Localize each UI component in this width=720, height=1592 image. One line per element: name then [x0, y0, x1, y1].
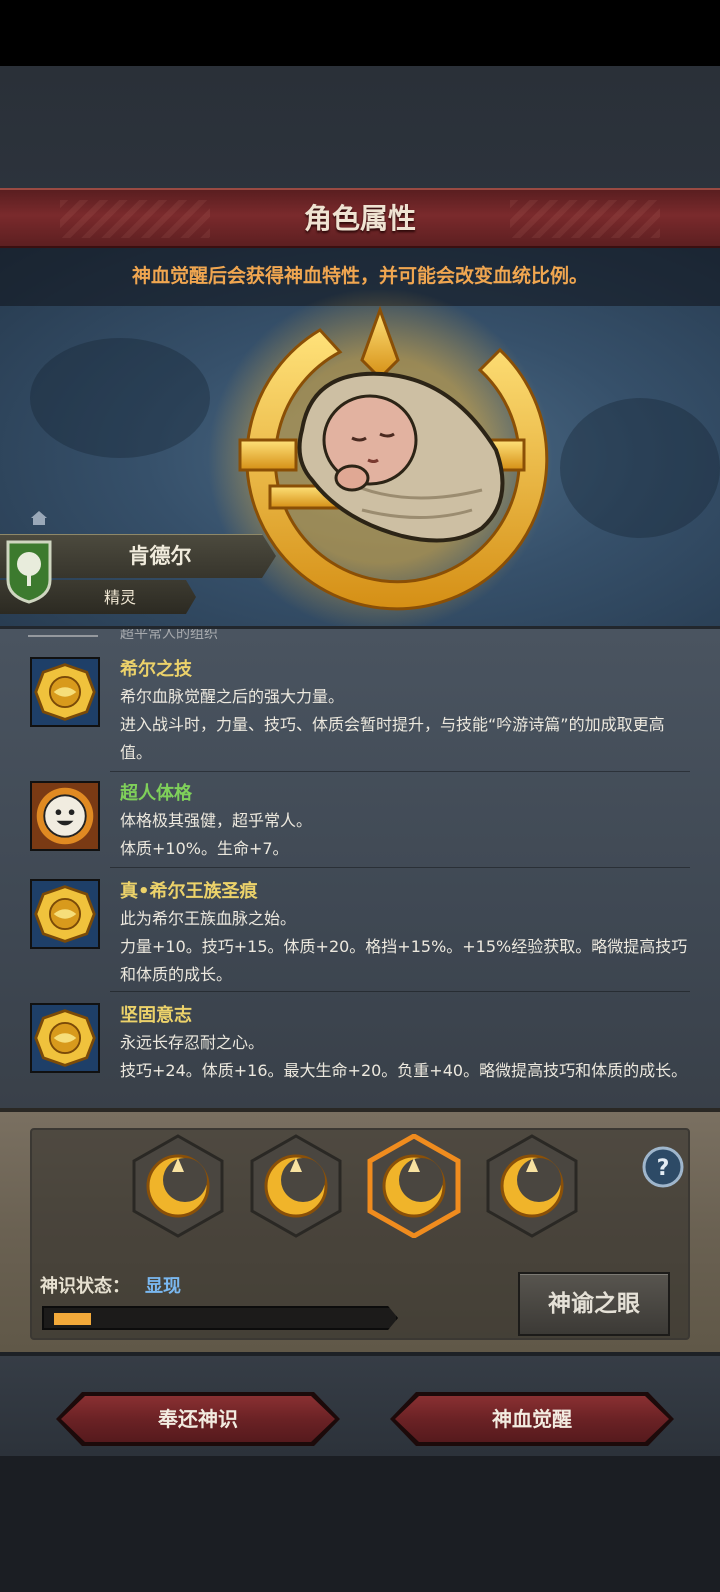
blood-awaken-button[interactable]: 神血觉醒 [390, 1392, 674, 1446]
golden-seal-icon [30, 879, 100, 949]
background [0, 66, 720, 190]
trait-name: 坚固意志 [120, 1005, 192, 1026]
divine-slot-4[interactable] [484, 1134, 580, 1238]
tree-crest-icon [6, 540, 52, 604]
oracle-eye-button[interactable]: 神谕之眼 [518, 1272, 670, 1336]
trait-name: 超人体格 [120, 783, 192, 804]
help-icon[interactable]: ? [642, 1146, 684, 1188]
divider [110, 771, 690, 772]
header-banner: 角色属性 [0, 188, 720, 248]
bg-stain [30, 338, 210, 458]
trait-name: 希尔之技 [120, 659, 192, 680]
page-title: 角色属性 [303, 202, 416, 235]
divine-slot-1[interactable] [130, 1134, 226, 1238]
return-divine-label: 奉还神识 [158, 1407, 238, 1431]
progress-fill [54, 1313, 91, 1325]
trait-name: 真•希尔王族圣痕 [120, 881, 258, 902]
trait-list[interactable]: 超平常人的组织 希尔之技 希尔血脉觉醒之后的强大力量。 进入战斗时，力量、技巧、… [0, 626, 720, 1110]
divine-slot-3-selected[interactable] [366, 1134, 462, 1238]
partial-divider [28, 635, 98, 637]
status-bar [0, 0, 720, 66]
trait-description: 此为希尔王族血脉之始。 力量+10。技巧+15。体质+20。格挡+15%。+15… [120, 909, 688, 984]
trait-description: 体格极其强健，超乎常人。 体质+10%。生命+7。 [120, 811, 313, 858]
golden-seal-icon [30, 1003, 100, 1073]
character-race: 精灵 [103, 588, 136, 607]
golden-seal-icon [30, 657, 100, 727]
divine-slot-2[interactable] [248, 1134, 344, 1238]
baby-portrait [297, 371, 505, 543]
trait-description: 永远长存忍耐之心。 技巧+24。体质+16。最大生命+20。负重+40。略微提高… [120, 1033, 688, 1080]
trait-description: 希尔血脉觉醒之后的强大力量。 进入战斗时，力量、技巧、体质会暂时提升，与技能“吟… [120, 687, 665, 762]
smiley-sun-icon [30, 781, 100, 851]
svg-text:?: ? [657, 1156, 670, 1181]
divider [110, 867, 690, 868]
partial-trait-text: 超平常人的组织 [120, 626, 218, 642]
blood-awaken-label: 神血觉醒 [492, 1407, 572, 1431]
character-name: 肯德尔 [128, 544, 192, 568]
bg-stain [560, 398, 720, 538]
home-icon [31, 511, 47, 525]
divine-status-label: 神识状态： [40, 1276, 130, 1297]
divine-progress-bar [42, 1306, 398, 1330]
divine-status-value: 显现 [145, 1276, 181, 1297]
divider [110, 991, 690, 992]
return-divine-button[interactable]: 奉还神识 [56, 1392, 340, 1446]
nav-spacer [0, 1456, 720, 1592]
